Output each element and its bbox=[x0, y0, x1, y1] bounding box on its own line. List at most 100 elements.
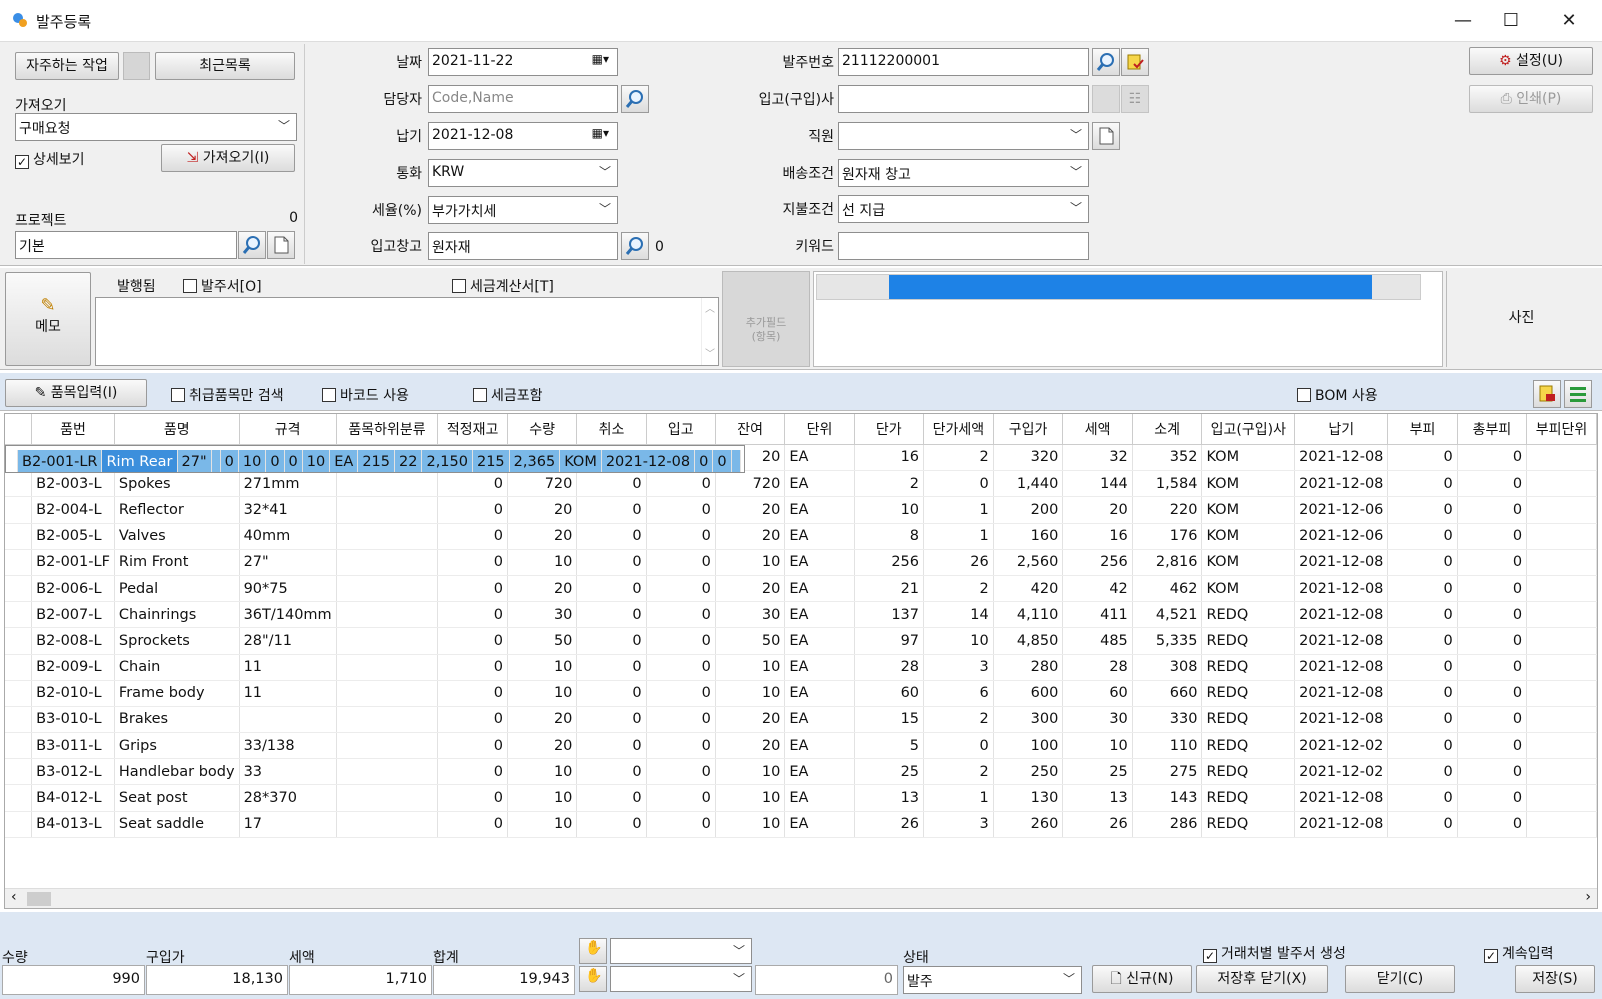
maximize-button[interactable]: ☐ bbox=[1491, 8, 1531, 34]
table-cell[interactable] bbox=[336, 496, 439, 524]
order-lookup-button[interactable] bbox=[1121, 48, 1149, 76]
table-cell[interactable] bbox=[336, 523, 439, 550]
row-header[interactable] bbox=[5, 627, 33, 655]
table-cell[interactable]: 27" bbox=[177, 449, 212, 472]
table-row[interactable]: B4-013-L Seat saddle 17 0 10 0 0 10 EA 26 3 260 26 28… bbox=[5, 811, 1597, 838]
table-cell[interactable]: 10 bbox=[507, 654, 578, 681]
table-cell[interactable] bbox=[1526, 811, 1597, 838]
handled-only-checkbox[interactable]: 취급품목만 검색 bbox=[171, 385, 284, 405]
footer-action-button-1[interactable]: ✋ bbox=[579, 938, 607, 964]
table-cell[interactable] bbox=[1526, 758, 1597, 786]
table-cell[interactable] bbox=[336, 470, 439, 498]
scrollbar-thumb[interactable] bbox=[27, 892, 51, 906]
table-cell[interactable]: REDQ bbox=[1201, 784, 1296, 812]
table-cell[interactable]: 0 bbox=[1457, 811, 1528, 838]
table-row[interactable]: B2-006-L Pedal 90*75 0 20 0 0 20 EA 21 2 420 42 462 KO… bbox=[5, 575, 1597, 603]
table-cell[interactable]: 32 bbox=[1062, 444, 1133, 472]
table-cell[interactable]: REDQ bbox=[1201, 706, 1296, 734]
table-cell[interactable]: 10 bbox=[507, 811, 578, 838]
table-cell[interactable]: KOM bbox=[1201, 523, 1296, 550]
table-cell[interactable]: B2-008-L bbox=[31, 627, 115, 655]
table-cell[interactable]: 10 bbox=[507, 758, 578, 786]
column-header[interactable]: 입고 bbox=[646, 414, 716, 445]
table-cell[interactable] bbox=[1526, 470, 1597, 498]
table-cell[interactable]: 0 bbox=[646, 706, 716, 734]
table-cell[interactable]: 60 bbox=[854, 680, 925, 707]
table-cell[interactable]: 600 bbox=[993, 680, 1064, 707]
table-cell[interactable]: 10 bbox=[238, 449, 267, 472]
table-row[interactable]: B2-003-L Spokes 271mm 0 720 0 0 720 EA 2 0 1,440 144… bbox=[5, 470, 1597, 498]
table-cell[interactable]: 0 bbox=[1387, 706, 1458, 734]
table-cell[interactable]: 0 bbox=[576, 627, 647, 655]
extra-field-button[interactable]: 추가필드 (항목) bbox=[722, 271, 810, 367]
table-cell[interactable]: 40mm bbox=[239, 523, 337, 550]
table-cell[interactable]: 0 bbox=[1457, 758, 1528, 786]
table-cell[interactable]: 2021-12-06 bbox=[1294, 496, 1389, 524]
bom-checkbox[interactable]: BOM 사용 bbox=[1297, 385, 1378, 405]
continue-input-checkbox[interactable]: ✓ 계속입력 bbox=[1484, 943, 1554, 963]
tax-included-checkbox[interactable]: 세금포함 bbox=[473, 385, 543, 405]
table-cell[interactable]: 10 bbox=[507, 680, 578, 707]
table-cell[interactable]: 2021-12-06 bbox=[1294, 523, 1389, 550]
table-cell[interactable]: 2021-12-08 bbox=[1294, 784, 1389, 812]
table-cell[interactable]: B3-012-L bbox=[31, 758, 115, 786]
table-cell[interactable]: 0 bbox=[1387, 654, 1458, 681]
table-cell[interactable]: 28 bbox=[1062, 654, 1133, 681]
table-row[interactable]: B2-009-L Chain 11 0 10 0 0 10 EA 28 3 280 28 308 REDQ 2… bbox=[5, 654, 1597, 681]
table-cell[interactable]: B3-010-L bbox=[31, 706, 115, 734]
table-cell[interactable]: 97 bbox=[854, 627, 925, 655]
table-cell[interactable]: 200 bbox=[993, 496, 1064, 524]
table-cell[interactable] bbox=[336, 627, 439, 655]
table-cell[interactable]: B2-003-L bbox=[31, 470, 115, 498]
table-cell[interactable]: REDQ bbox=[1201, 680, 1296, 707]
row-header[interactable] bbox=[5, 470, 33, 498]
table-cell[interactable]: 0 bbox=[284, 449, 303, 472]
memo-scrollbar[interactable]: ︿ ﹀ bbox=[701, 298, 718, 365]
import-button[interactable]: ⇲ 가져오기(I) bbox=[161, 144, 295, 172]
table-cell[interactable]: 160 bbox=[993, 523, 1064, 550]
table-cell[interactable]: EA bbox=[784, 470, 855, 498]
table-cell[interactable]: 256 bbox=[1062, 549, 1133, 576]
table-cell[interactable]: 25 bbox=[1062, 758, 1133, 786]
barcode-checkbox[interactable]: 바코드 사용 bbox=[322, 385, 409, 405]
row-header[interactable] bbox=[5, 654, 33, 681]
table-cell[interactable]: 0 bbox=[1387, 758, 1458, 786]
table-cell[interactable]: 0 bbox=[646, 470, 716, 498]
table-cell[interactable]: 0 bbox=[1387, 470, 1458, 498]
column-header[interactable]: 품명 bbox=[114, 414, 240, 445]
table-cell[interactable] bbox=[336, 758, 439, 786]
table-row[interactable]: B4-012-L Seat post 28*370 0 10 0 0 10 EA 13 1 130 13… bbox=[5, 784, 1597, 812]
table-cell[interactable]: Valves bbox=[114, 523, 240, 550]
table-cell[interactable]: KOM bbox=[1201, 444, 1296, 472]
table-cell[interactable]: 0 bbox=[1387, 627, 1458, 655]
table-cell[interactable]: KOM bbox=[559, 449, 602, 472]
table-cell[interactable] bbox=[1526, 575, 1597, 603]
table-cell[interactable] bbox=[336, 680, 439, 707]
table-cell[interactable]: 10 bbox=[854, 496, 925, 524]
table-cell[interactable]: 28 bbox=[854, 654, 925, 681]
keyword-input[interactable] bbox=[838, 232, 1089, 260]
close-button[interactable]: 닫기(C) bbox=[1345, 965, 1455, 993]
table-cell[interactable]: 215 bbox=[357, 449, 396, 472]
table-cell[interactable]: 10 bbox=[1062, 732, 1133, 760]
table-cell[interactable]: 20 bbox=[1062, 496, 1133, 524]
table-cell[interactable]: 10 bbox=[302, 449, 331, 472]
column-header[interactable]: 입고(구입)사 bbox=[1201, 414, 1296, 445]
table-cell[interactable]: 0 bbox=[265, 449, 285, 472]
table-cell[interactable]: 1 bbox=[923, 523, 994, 550]
table-cell[interactable]: 2 bbox=[923, 758, 994, 786]
table-cell[interactable]: 21 bbox=[854, 575, 925, 603]
table-cell[interactable]: 28*370 bbox=[239, 784, 337, 812]
table-cell[interactable]: 11 bbox=[239, 680, 337, 707]
photo-panel[interactable]: 사진 bbox=[1446, 271, 1596, 367]
table-cell[interactable]: 26 bbox=[854, 811, 925, 838]
table-row[interactable]: B2-010-L Frame body 11 0 10 0 0 10 EA 60 6 600 60 660… bbox=[5, 680, 1597, 707]
table-cell[interactable]: EA bbox=[784, 654, 855, 681]
table-cell[interactable]: 0 bbox=[437, 758, 508, 786]
table-cell[interactable] bbox=[336, 811, 439, 838]
table-cell[interactable]: 2021-12-08 bbox=[1294, 444, 1389, 472]
table-cell[interactable]: Rim Rear bbox=[101, 449, 178, 472]
row-header[interactable] bbox=[5, 706, 33, 734]
table-cell[interactable]: 0 bbox=[576, 732, 647, 760]
table-cell[interactable]: 352 bbox=[1132, 444, 1203, 472]
